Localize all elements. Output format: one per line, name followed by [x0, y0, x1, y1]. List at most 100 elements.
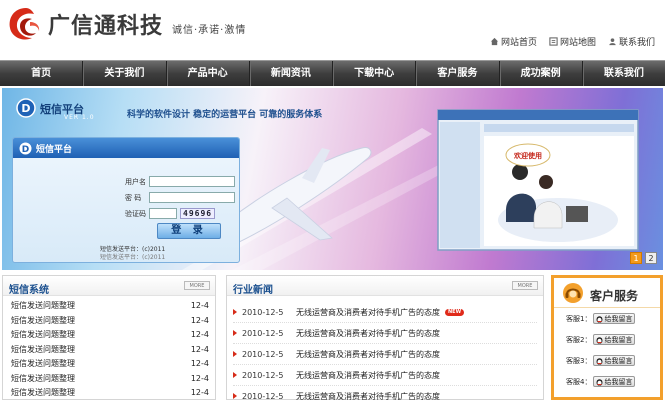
- svg-text:D: D: [21, 102, 30, 115]
- sms-system-box: 短信系统 MORE 短信发送问题整理 12-4 短信发送问题整理 12-4 短信发送…: [2, 275, 216, 400]
- contact-link[interactable]: 联系我们: [608, 35, 655, 48]
- captcha-input[interactable]: [149, 208, 177, 219]
- nav-products[interactable]: 产品中心: [167, 61, 250, 86]
- bullet-arrow-icon: [233, 330, 237, 336]
- list-item[interactable]: 短信发送问题整理 12-4: [11, 299, 209, 314]
- top-links: 网站首页 网站地图 联系我们: [490, 35, 655, 48]
- sms-logo-icon: D: [19, 142, 32, 155]
- login-copyright: 短信发送平台：(c)2011 短信发送平台：(c)2011: [100, 246, 165, 262]
- service-rep-row: 客服3： 给我留言: [554, 350, 660, 371]
- nav-contact[interactable]: 联系我们: [583, 61, 665, 86]
- news-title: 无线运营商及消费者对待手机广告的态度: [296, 328, 440, 338]
- news-item[interactable]: 2010-12-5 无线运营商及消费者对待手机广告的态度: [233, 365, 537, 386]
- login-panel: D 短信平台 用户名 密 码 验证码 49696 登 录 短信发送平台：(c)2…: [12, 137, 240, 263]
- list-item-title: 短信发送问题整理: [11, 388, 75, 397]
- leave-message-button[interactable]: 给我留言: [593, 313, 636, 324]
- list-item-date: 12-4: [190, 315, 209, 325]
- qq-penguin-icon: [596, 357, 603, 365]
- customer-service-title: 客户服务: [590, 289, 639, 303]
- leave-message-label: 给我留言: [604, 314, 633, 323]
- logo-text[interactable]: 广信通科技: [48, 8, 163, 40]
- list-item-title: 短信发送问题整理: [11, 330, 75, 339]
- hero-banner[interactable]: D 短信平台 VER 1.0 科学的软件设计 稳定的运营平台 可靠的服务体系 欢…: [2, 88, 663, 270]
- contact-link-label: 联系我们: [618, 38, 655, 48]
- service-rep-row: 客服2： 给我留言: [554, 329, 660, 350]
- contact-icon: [609, 38, 616, 46]
- svg-text:D: D: [22, 145, 29, 155]
- home-link[interactable]: 网站首页: [490, 35, 537, 48]
- news-date: 2010-12-5: [242, 307, 284, 317]
- list-item-title: 短信发送问题整理: [11, 315, 75, 325]
- sms-system-more-button[interactable]: MORE: [184, 281, 210, 290]
- nav-home[interactable]: 首页: [0, 61, 84, 86]
- sitemap-link[interactable]: 网站地图: [549, 35, 596, 48]
- captcha-row: 验证码 49696: [125, 208, 216, 219]
- sms-system-title: 短信系统: [9, 285, 49, 296]
- slide-2-button[interactable]: 2: [645, 252, 657, 264]
- leave-message-label: 给我留言: [604, 356, 633, 365]
- news-title: 无线运营商及消费者对待手机广告的态度: [296, 307, 440, 317]
- list-item[interactable]: 短信发送问题整理 12-4: [11, 357, 209, 372]
- bullet-arrow-icon: [233, 393, 237, 399]
- banner-tagline: 科学的软件设计 稳定的运营平台 可靠的服务体系: [127, 110, 323, 120]
- nav-downloads[interactable]: 下载中心: [333, 61, 417, 86]
- service-rep-label: 客服4：: [566, 377, 592, 386]
- news-item[interactable]: 2010-12-5 无线运营商及消费者对待手机广告的态度 NEW: [233, 302, 537, 323]
- nav-about[interactable]: 关于我们: [83, 61, 167, 86]
- industry-news-title: 行业新闻: [233, 285, 273, 296]
- login-header: D 短信平台: [13, 138, 239, 158]
- login-title: 短信平台: [36, 144, 73, 155]
- news-item[interactable]: 2010-12-5 无线运营商及消费者对待手机广告的态度: [233, 386, 537, 400]
- username-row: 用户名: [125, 176, 235, 187]
- qq-penguin-icon: [596, 378, 603, 386]
- industry-news-more-button[interactable]: MORE: [512, 281, 538, 290]
- qq-penguin-icon: [596, 315, 603, 323]
- list-item[interactable]: 短信发送问题整理 12-4: [11, 372, 209, 387]
- customer-service-header: 客户服务: [554, 278, 660, 308]
- news-title: 无线运营商及消费者对待手机广告的态度: [296, 349, 440, 359]
- qq-penguin-icon: [596, 336, 603, 344]
- nav-cases[interactable]: 成功案例: [500, 61, 583, 86]
- industry-news-header: 行业新闻 MORE: [227, 276, 543, 296]
- welcome-text: 欢迎使用: [514, 152, 542, 160]
- new-badge: NEW: [445, 308, 465, 316]
- password-input[interactable]: [149, 192, 235, 203]
- list-item[interactable]: 短信发送问题整理 12-4: [11, 343, 209, 358]
- list-item-date: 12-4: [190, 388, 209, 397]
- site-header: 广信通科技 诚信·承诺·激情 网站首页 网站地图 联系我们: [0, 0, 665, 58]
- news-item[interactable]: 2010-12-5 无线运营商及消费者对待手机广告的态度: [233, 323, 537, 344]
- home-link-label: 网站首页: [500, 38, 537, 48]
- sitemap-icon: [549, 37, 558, 46]
- list-item[interactable]: 短信发送问题整理 12-4: [11, 314, 209, 329]
- nav-news[interactable]: 新闻资讯: [250, 61, 333, 86]
- service-rep-label: 客服1：: [566, 314, 592, 323]
- leave-message-button[interactable]: 给我留言: [593, 355, 636, 366]
- news-item[interactable]: 2010-12-5 无线运营商及消费者对待手机广告的态度: [233, 344, 537, 365]
- nav-service[interactable]: 客户服务: [416, 61, 500, 86]
- sms-system-list: 短信发送问题整理 12-4 短信发送问题整理 12-4 短信发送问题整理 12-4 短…: [3, 296, 215, 400]
- customer-service-box: 客户服务 客服1： 给我留言 客服2： 给我留言 客服3： 给我留言 客服4：: [551, 275, 663, 400]
- news-date: 2010-12-5: [242, 370, 284, 380]
- username-input[interactable]: [149, 176, 235, 187]
- logo-swirl-icon[interactable]: [6, 4, 44, 44]
- login-button[interactable]: 登 录: [157, 223, 221, 239]
- bullet-arrow-icon: [233, 351, 237, 357]
- slogan: 诚信·承诺·激情: [172, 25, 247, 36]
- industry-news-list: 2010-12-5 无线运营商及消费者对待手机广告的态度 NEW 2010-12…: [227, 296, 543, 400]
- bullet-arrow-icon: [233, 372, 237, 378]
- list-item[interactable]: 短信发送问题整理 12-4: [11, 386, 209, 400]
- home-icon: [490, 37, 499, 46]
- sitemap-link-label: 网站地图: [559, 38, 596, 48]
- leave-message-button[interactable]: 给我留言: [593, 334, 636, 345]
- service-rep-label: 客服3：: [566, 356, 592, 365]
- slide-pager: 1 2: [630, 252, 657, 264]
- leave-message-button[interactable]: 给我留言: [593, 376, 636, 387]
- platform-subtitle: VER 1.0: [64, 114, 95, 121]
- slide-1-button[interactable]: 1: [630, 252, 642, 264]
- captcha-label: 验证码: [125, 209, 146, 218]
- captcha-image[interactable]: 49696: [180, 208, 216, 219]
- password-row: 密 码: [125, 192, 235, 203]
- list-item[interactable]: 短信发送问题整理 12-4: [11, 328, 209, 343]
- list-item-date: 12-4: [190, 301, 209, 310]
- list-item-title: 短信发送问题整理: [11, 359, 75, 368]
